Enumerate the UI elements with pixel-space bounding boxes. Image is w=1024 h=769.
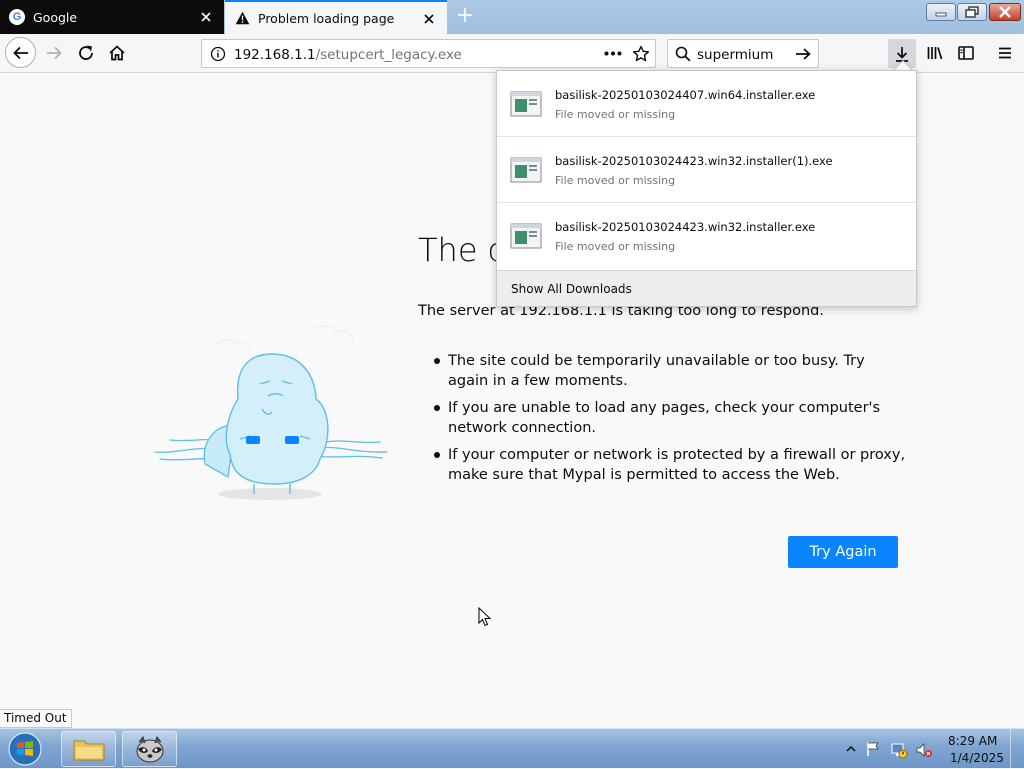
suggestion-item: If you are unable to load any pages, che… xyxy=(434,398,906,438)
downloads-panel: basilisk-20250103024407.win64.installer.… xyxy=(496,70,917,307)
close-window-button[interactable] xyxy=(989,3,1021,21)
tab-title: Problem loading page xyxy=(258,10,395,26)
download-filename: basilisk-20250103024407.win64.installer.… xyxy=(555,88,816,102)
close-tab-icon[interactable] xyxy=(421,11,437,27)
download-item[interactable]: basilisk-20250103024407.win64.installer.… xyxy=(497,71,916,137)
tab-problem-loading[interactable]: Problem loading page xyxy=(225,0,447,34)
exe-file-icon xyxy=(510,91,542,117)
try-again-button[interactable]: Try Again xyxy=(788,536,898,568)
minimize-icon xyxy=(935,12,947,17)
restore-button[interactable] xyxy=(957,3,987,21)
arrow-left-icon xyxy=(12,46,28,59)
sidebar-button[interactable] xyxy=(951,38,981,68)
show-all-downloads-label: Show All Downloads xyxy=(511,282,632,296)
arrow-right-icon xyxy=(47,46,62,60)
download-item[interactable]: basilisk-20250103024423.win32.installer.… xyxy=(497,203,916,269)
taskbar: 8:29 AM 1/4/2025 xyxy=(0,728,1024,769)
download-filename: basilisk-20250103024423.win32.installer(… xyxy=(555,154,833,168)
home-icon xyxy=(109,45,125,61)
back-button[interactable] xyxy=(5,37,36,68)
forward-button[interactable] xyxy=(39,38,69,68)
home-button[interactable] xyxy=(102,38,132,68)
exe-file-icon xyxy=(510,223,542,249)
download-status: File moved or missing xyxy=(555,174,676,187)
search-input[interactable]: supermium xyxy=(697,47,773,63)
url-host: 192.168.1.1 xyxy=(234,47,316,63)
show-all-downloads-button[interactable]: Show All Downloads xyxy=(497,270,916,306)
download-status: File moved or missing xyxy=(555,108,676,121)
library-icon xyxy=(927,47,943,60)
minimize-button[interactable] xyxy=(926,3,956,21)
bookmark-star-icon[interactable] xyxy=(632,45,650,63)
explorer-taskbar-button[interactable] xyxy=(61,731,116,767)
clock-date[interactable]: 1/4/2025 xyxy=(950,751,1004,765)
new-tab-button[interactable]: + xyxy=(452,5,478,29)
volume-muted-icon[interactable] xyxy=(915,741,933,759)
url-bar[interactable]: 192.168.1.1/setupcert_legacy.exe xyxy=(201,39,656,68)
navigation-toolbar: 192.168.1.1/setupcert_legacy.exe supermi… xyxy=(0,34,1024,73)
download-filename: basilisk-20250103024423.win32.installer.… xyxy=(555,220,816,234)
exe-file-icon xyxy=(510,157,542,183)
network-error-illustration xyxy=(154,325,388,500)
download-status: File moved or missing xyxy=(555,240,676,253)
raccoon-browser-icon xyxy=(136,735,163,763)
status-panel: Timed Out xyxy=(0,709,72,728)
page-actions-icon[interactable] xyxy=(604,51,622,56)
show-desktop-button[interactable] xyxy=(1010,729,1024,769)
download-item[interactable]: basilisk-20250103024423.win32.installer(… xyxy=(497,137,916,203)
search-bar[interactable]: supermium xyxy=(667,39,819,68)
folder-icon xyxy=(73,740,104,761)
menu-button[interactable] xyxy=(990,38,1020,68)
mouse-cursor-icon xyxy=(478,607,492,627)
library-button[interactable] xyxy=(920,38,950,68)
page-title: The c xyxy=(418,231,506,269)
network-icon[interactable] xyxy=(890,741,908,759)
search-go-icon[interactable] xyxy=(795,46,812,62)
close-tab-icon[interactable] xyxy=(198,9,214,25)
url-text: 192.168.1.1/setupcert_legacy.exe xyxy=(234,47,462,63)
tab-strip: G Google Problem loading page + xyxy=(0,0,1024,34)
reload-icon xyxy=(79,45,93,60)
warning-icon xyxy=(235,11,250,25)
google-icon: G xyxy=(9,9,25,25)
hamburger-menu-icon xyxy=(999,47,1011,59)
tab-title: Google xyxy=(33,9,78,25)
clock-time[interactable]: 8:29 AM xyxy=(948,734,997,748)
reload-button[interactable] xyxy=(71,38,101,68)
mypal-taskbar-button[interactable] xyxy=(122,731,177,767)
suggestion-item: The site could be temporarily unavailabl… xyxy=(434,351,906,391)
action-center-flag-icon[interactable] xyxy=(865,741,881,757)
start-button[interactable] xyxy=(4,731,46,767)
tab-google[interactable]: G Google xyxy=(0,0,224,34)
suggestion-item: If your computer or network is protected… xyxy=(434,445,906,485)
close-icon xyxy=(999,6,1011,18)
info-icon[interactable] xyxy=(210,46,226,62)
restore-icon xyxy=(965,6,979,18)
sidebar-icon xyxy=(958,46,974,60)
search-icon xyxy=(675,46,691,62)
suggestion-list: The site could be temporarily unavailabl… xyxy=(434,351,906,492)
url-path: /setupcert_legacy.exe xyxy=(315,47,462,63)
show-hidden-icons-icon[interactable] xyxy=(846,745,856,753)
